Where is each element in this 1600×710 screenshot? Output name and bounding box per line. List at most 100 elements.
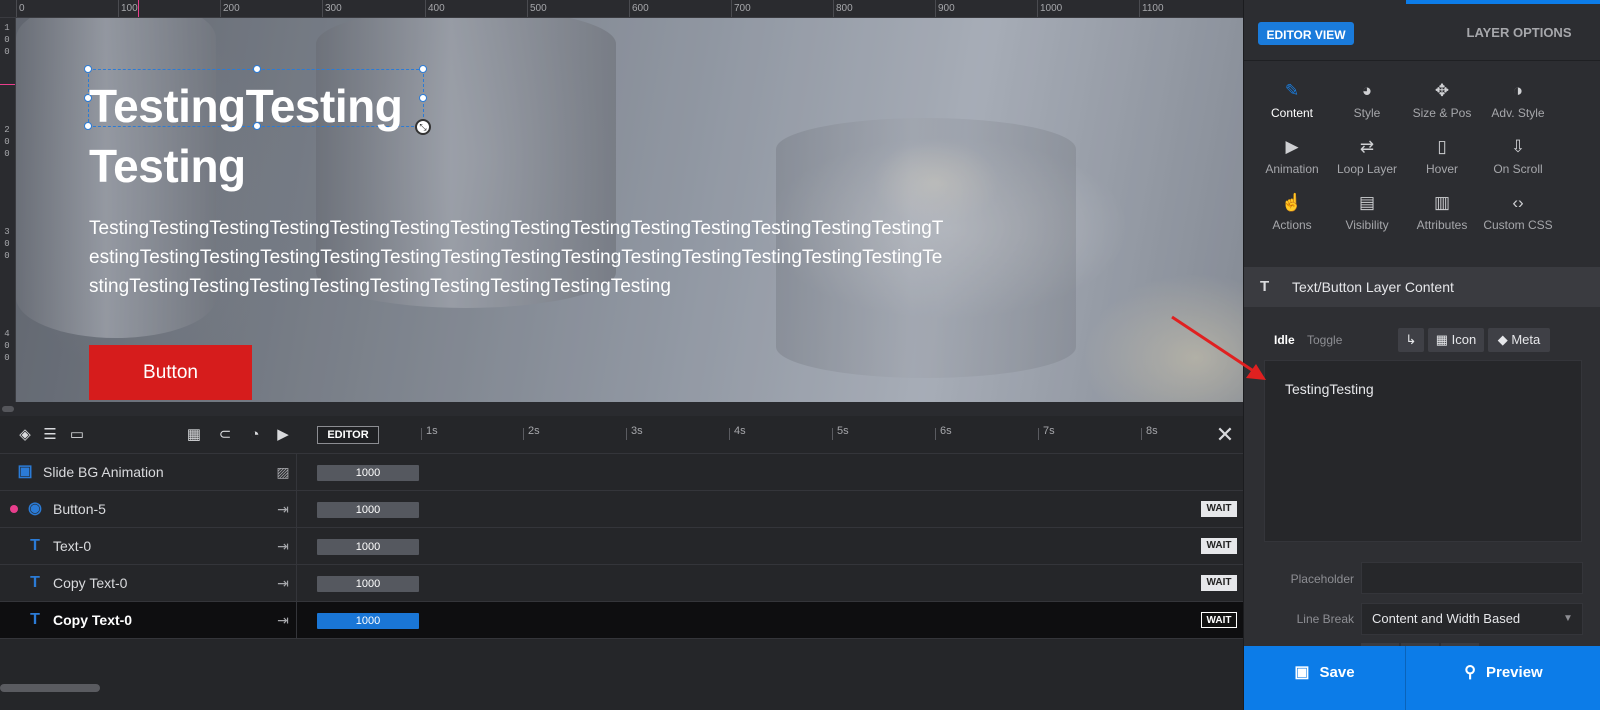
- wait-badge[interactable]: WAIT: [1201, 501, 1237, 517]
- arrow-right-to-bar-icon[interactable]: ⇥: [274, 574, 292, 592]
- layer-options-button[interactable]: LAYER OPTIONS: [1444, 25, 1594, 40]
- ruler-label: 4 0 0: [4, 329, 10, 363]
- animation-bar[interactable]: 1000: [317, 465, 419, 481]
- tab-content[interactable]: ✎ Content: [1254, 80, 1330, 130]
- line-break-select[interactable]: Content and Width Based ▼: [1361, 603, 1583, 635]
- ruler-tick: [220, 0, 221, 17]
- timeline-row[interactable]: ◉ Button-5 ⇥ 1000 WAIT: [0, 491, 1243, 528]
- resize-handle[interactable]: [419, 65, 427, 73]
- animation-bar[interactable]: 1000: [317, 502, 419, 518]
- icon-button-label: Icon: [1451, 332, 1477, 347]
- file-icon: ▥: [1433, 193, 1451, 212]
- animation-bar[interactable]: 1000: [317, 613, 419, 629]
- timeline-row-label: Button-5: [53, 501, 106, 517]
- ruler-label: 1 0 0: [4, 23, 10, 57]
- layer-text-value: TestingTesting: [1285, 381, 1374, 397]
- icon-button[interactable]: ▦ Icon: [1428, 328, 1484, 352]
- ruler-tick: [1037, 0, 1038, 17]
- tab-custom-css[interactable]: ‹› Custom CSS: [1480, 192, 1556, 242]
- tab-size-pos[interactable]: ✥ Size & Pos: [1404, 80, 1480, 130]
- text-layer-icon: T: [1260, 278, 1270, 295]
- tab-label: Size & Pos: [1412, 106, 1472, 120]
- tab-idle[interactable]: Idle: [1274, 333, 1295, 347]
- timeline-tick: [626, 428, 627, 440]
- tab-label: Hover: [1425, 162, 1458, 176]
- layers-icon[interactable]: ◈: [17, 427, 33, 443]
- meta-button-label: Meta: [1511, 332, 1541, 347]
- tab-visibility[interactable]: ▤ Visibility: [1329, 192, 1405, 242]
- section-header[interactable]: T Text/Button Layer Content: [1244, 267, 1600, 307]
- canvas-scrollbar[interactable]: [0, 402, 1243, 416]
- editor-marker[interactable]: EDITOR: [317, 426, 379, 444]
- slide-canvas[interactable]: TestingTesting Testing ⤡ TestingTestingT…: [16, 18, 1243, 418]
- timeline-toolbar: ◈ ☰ ▭ ▦ ⊂ ◔ ▶ EDITOR 1s 2s 3s 4s 5s 6s 7…: [0, 416, 1243, 454]
- timeline-row-selected[interactable]: T Copy Text-0 ⇥ 1000 WAIT: [0, 602, 1243, 639]
- image-settings-icon[interactable]: ▨: [274, 463, 292, 481]
- tab-attributes[interactable]: ▥ Attributes: [1404, 192, 1480, 242]
- timeline-tick: [729, 428, 730, 440]
- close-icon[interactable]: ✕: [1214, 424, 1236, 446]
- tab-style[interactable]: ◕ Style: [1329, 80, 1405, 130]
- text-layer-icon: T: [30, 574, 40, 591]
- tab-toggle[interactable]: Toggle: [1307, 333, 1342, 347]
- animation-bar[interactable]: 1000: [317, 576, 419, 592]
- timeline-row-header: T Copy Text-0 ⇥: [0, 565, 297, 601]
- magnet-icon[interactable]: ⊂: [217, 427, 233, 443]
- line-break-button[interactable]: ↳: [1398, 328, 1424, 352]
- timeline-second-label: 4s: [734, 425, 746, 437]
- wait-badge[interactable]: WAIT: [1201, 612, 1237, 628]
- list-icon[interactable]: ☰: [42, 427, 58, 443]
- button-layer[interactable]: Button: [89, 345, 252, 400]
- floppy-disk-icon: ▣: [1294, 664, 1310, 681]
- rotate-icon[interactable]: ⤡: [415, 119, 431, 135]
- tab-actions[interactable]: ☝ Actions: [1254, 192, 1330, 242]
- timeline-scrollbar[interactable]: [0, 684, 100, 692]
- play-icon[interactable]: ▶: [275, 427, 291, 443]
- timeline-second-label: 6s: [940, 425, 952, 437]
- animation-bar[interactable]: 1000: [317, 539, 419, 555]
- editor-view-button[interactable]: EDITOR VIEW: [1258, 22, 1354, 45]
- tab-animation[interactable]: ▶ Animation: [1254, 136, 1330, 186]
- save-button[interactable]: ▣ Save: [1244, 646, 1406, 710]
- stopwatch-icon[interactable]: ◔: [247, 427, 263, 443]
- resize-handle[interactable]: [84, 65, 92, 73]
- timeline-row[interactable]: T Text-0 ⇥ 1000 WAIT: [0, 528, 1243, 565]
- preview-button[interactable]: ⚲ Preview: [1406, 646, 1600, 710]
- heading-layer[interactable]: TestingTesting Testing: [89, 76, 449, 196]
- vertical-ruler: 1 0 0 2 0 0 3 0 0 4 0 0: [0, 18, 16, 418]
- arrow-right-to-bar-icon[interactable]: ⇥: [274, 500, 292, 518]
- placeholder-input[interactable]: [1361, 562, 1583, 594]
- ruler-label: 400: [428, 3, 445, 14]
- layer-text-editor[interactable]: TestingTesting: [1264, 360, 1582, 542]
- wait-badge[interactable]: WAIT: [1201, 575, 1237, 591]
- line-break-label: Line Break: [1296, 612, 1354, 626]
- folder-icon[interactable]: ▭: [69, 427, 85, 443]
- grid-toggle-icon[interactable]: ▦: [186, 427, 202, 443]
- tab-label: Actions: [1272, 218, 1312, 232]
- tab-loop-layer[interactable]: ⇄ Loop Layer: [1329, 136, 1405, 186]
- selection-dot: [10, 505, 18, 513]
- scrollbar-thumb[interactable]: [2, 406, 14, 412]
- timeline-tick: [1141, 428, 1142, 440]
- timeline-tick: [523, 428, 524, 440]
- tab-adv-style[interactable]: ◑ Adv. Style: [1480, 80, 1556, 130]
- paragraph-layer[interactable]: TestingTestingTestingTestingTestingTesti…: [89, 214, 949, 301]
- button-layer-icon: ◉: [28, 500, 42, 517]
- tab-hover[interactable]: ▯ Hover: [1404, 136, 1480, 186]
- arrow-right-to-bar-icon[interactable]: ⇥: [274, 537, 292, 555]
- preview-button-label: Preview: [1486, 664, 1543, 681]
- divider: [1244, 60, 1600, 61]
- grid-icon: ▦: [1435, 332, 1452, 347]
- timeline-second-label: 1s: [426, 425, 438, 437]
- ruler-label: 500: [530, 3, 547, 14]
- meta-button[interactable]: ◆ Meta: [1488, 328, 1550, 352]
- tab-label: Visibility: [1345, 218, 1389, 232]
- arrow-right-to-bar-icon[interactable]: ⇥: [274, 611, 292, 629]
- resize-handle[interactable]: [253, 65, 261, 73]
- ruler-label: 300: [325, 3, 342, 14]
- timeline-row[interactable]: T Copy Text-0 ⇥ 1000 WAIT: [0, 565, 1243, 602]
- timeline-row[interactable]: ▣ Slide BG Animation ▨ 1000: [0, 454, 1243, 491]
- tab-label: Style: [1353, 106, 1381, 120]
- tab-on-scroll[interactable]: ⇩ On Scroll: [1480, 136, 1556, 186]
- wait-badge[interactable]: WAIT: [1201, 538, 1237, 554]
